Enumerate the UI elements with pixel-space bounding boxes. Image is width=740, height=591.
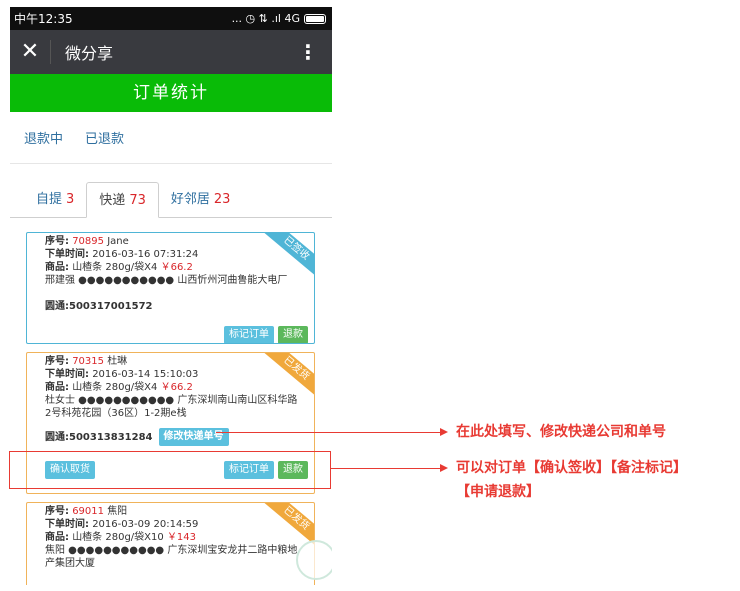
- close-icon[interactable]: ✕: [10, 30, 50, 74]
- tab-count: 73: [129, 193, 146, 208]
- status-bar: 中午12:35 ... ◷ ⇅ .ıl 4G: [10, 7, 332, 30]
- tab-label: 快递: [99, 193, 126, 208]
- arrow-line-1: [216, 432, 440, 433]
- customer-name: Jane: [107, 236, 129, 247]
- annotation-note-2-line1: 可以对订单【确认签收】【备注标记】: [456, 460, 687, 476]
- annotation-note-2-line2: 【申请退款】: [456, 484, 540, 500]
- mark-order-button[interactable]: 标记订单: [224, 326, 274, 343]
- order-product-line: 商品: 山楂条 280g/袋X4 ￥66.2: [45, 262, 193, 273]
- order-time-line: 下单时间: 2016-03-16 07:31:24: [45, 249, 199, 260]
- app-title: 微分享: [65, 44, 114, 63]
- edit-tracking-button[interactable]: 修改快递单号: [158, 428, 229, 446]
- order-time: 2016-03-14 15:10:03: [92, 369, 199, 380]
- order-product: 山楂条 280g/袋X4: [72, 262, 158, 273]
- tracking-number: 圆通:500313831284: [45, 431, 153, 443]
- order-actions: 标记订单 退款: [33, 321, 314, 343]
- refund-button[interactable]: 退款: [278, 326, 308, 343]
- order-product-line: 商品: 山楂条 280g/袋X10 ￥143: [45, 532, 197, 543]
- order-card: 已发货 序号: 69011 焦阳 下单时间: 2016-03-09 20:14:…: [26, 502, 315, 585]
- title-divider: [50, 40, 51, 64]
- order-card: 已签收 序号: 70895 Jane 下单时间: 2016-03-16 07:3…: [26, 232, 315, 344]
- customer-name: 杜琳: [107, 356, 128, 367]
- phone-screen: 中午12:35 ... ◷ ⇅ .ıl 4G ✕ 微分享 ⋮ 订单统计 退款中 …: [10, 7, 332, 585]
- delivery-tabs: 自提 3 快递 73 好邻居 23: [10, 182, 332, 218]
- order-seq: 70895: [72, 236, 104, 247]
- order-time: 2016-03-09 20:14:59: [92, 519, 199, 530]
- filter-refunding[interactable]: 退款中: [24, 128, 63, 147]
- battery-icon: [304, 13, 326, 24]
- arrow-head-2: [440, 464, 448, 472]
- status-indicators-text: ... ◷ ⇅ .ıl 4G: [231, 12, 300, 25]
- annotation-note-1: 在此处填写、修改快递公司和单号: [456, 424, 666, 440]
- order-price: ￥66.2: [160, 262, 193, 273]
- tab-count: 3: [66, 192, 75, 207]
- tracking-line: 圆通:500313831284 修改快递单号: [45, 428, 314, 446]
- floating-action-button[interactable]: [296, 540, 332, 580]
- order-product: 山楂条 280g/袋X4: [72, 382, 158, 393]
- status-time: 中午12:35: [14, 12, 73, 26]
- tab-express[interactable]: 快递 73: [86, 182, 159, 218]
- tracking-line: 圆通:500317001572: [45, 297, 314, 315]
- order-time: 2016-03-16 07:31:24: [92, 249, 199, 260]
- order-address: 杜女士 ●●●●●●●●●●● 广东深圳南山南山区科华路2号科苑花园（36区）1…: [45, 395, 298, 419]
- status-icons: ... ◷ ⇅ .ıl 4G: [232, 12, 326, 25]
- arrow-head-1: [440, 428, 448, 436]
- order-list: 已签收 序号: 70895 Jane 下单时间: 2016-03-16 07:3…: [26, 232, 315, 585]
- actions-highlight-box: [9, 451, 331, 489]
- order-time-line: 下单时间: 2016-03-09 20:14:59: [45, 519, 199, 530]
- order-seq: 70315: [72, 356, 104, 367]
- tab-self-pickup[interactable]: 自提 3: [24, 182, 86, 217]
- order-product: 山楂条 280g/袋X10: [72, 532, 164, 543]
- order-seq: 69011: [72, 506, 104, 517]
- order-price: ￥143: [166, 532, 197, 543]
- order-product-line: 商品: 山楂条 280g/袋X4 ￥66.2: [45, 382, 193, 393]
- more-menu-icon[interactable]: ⋮: [298, 30, 318, 74]
- tracking-number: 圆通:500317001572: [45, 300, 153, 312]
- filter-refunded[interactable]: 已退款: [85, 128, 124, 147]
- order-time-line: 下单时间: 2016-03-14 15:10:03: [45, 369, 199, 380]
- page-title: 订单统计: [10, 74, 332, 112]
- customer-name: 焦阳: [107, 506, 128, 517]
- order-address: 邢建强 ●●●●●●●●●●● 山西忻州河曲鲁能大电厂: [45, 275, 288, 286]
- tab-label: 好邻居: [170, 192, 210, 207]
- tab-count: 23: [213, 192, 231, 207]
- tab-label: 自提: [36, 192, 63, 207]
- refund-filter-row: 退款中 已退款: [10, 112, 332, 164]
- arrow-line-2: [331, 468, 440, 469]
- tab-good-neighbor[interactable]: 好邻居 23: [159, 182, 243, 217]
- title-bar: ✕ 微分享 ⋮: [10, 30, 332, 74]
- order-price: ￥66.2: [160, 382, 193, 393]
- order-address: 焦阳 ●●●●●●●●●●● 广东深圳宝安龙井二路中粮地产集团大厦: [45, 545, 298, 569]
